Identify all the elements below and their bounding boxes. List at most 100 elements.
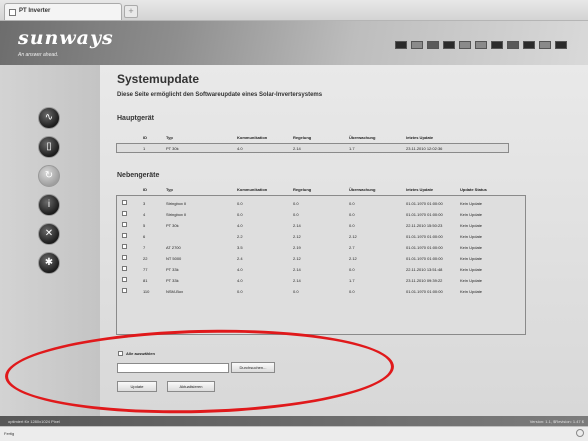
flag-icon[interactable] bbox=[427, 41, 439, 49]
status-text: Fertig bbox=[4, 431, 15, 436]
cell-type: NT 5000 bbox=[166, 256, 182, 261]
cell-reg: 2.14 bbox=[293, 223, 301, 228]
cell-id: 7 bbox=[143, 245, 146, 250]
browser-tab[interactable]: PT Inverter bbox=[4, 3, 122, 20]
browse-button[interactable]: Durchsuchen... bbox=[231, 362, 275, 373]
col-header: Typ bbox=[166, 187, 173, 192]
nav-device[interactable]: ▯ bbox=[38, 136, 60, 158]
nav-dashboard[interactable]: ∿ bbox=[38, 107, 60, 129]
cell-last-update: 01.01.1970 01:00:00 bbox=[406, 289, 443, 294]
header-banner: sunways An answer ahead. bbox=[0, 21, 588, 65]
cell-last-update: 01.01.1970 01:00:00 bbox=[406, 201, 443, 206]
col-header: Regelung bbox=[293, 135, 312, 140]
cell-mon: 0.0 bbox=[349, 267, 355, 272]
cell-comm: 4.0 bbox=[237, 267, 243, 272]
flag-icon[interactable] bbox=[539, 41, 551, 49]
page-title: Systemupdate bbox=[117, 72, 200, 86]
row-checkbox[interactable] bbox=[122, 255, 127, 260]
wave-icon: ∿ bbox=[44, 112, 54, 123]
cell-reg: 2.14 bbox=[293, 267, 301, 272]
table-row: 22 NT 5000 2.4 2.12 2.12 01.01.1970 01:0… bbox=[117, 254, 527, 263]
main-content: Systemupdate Diese Seite ermöglicht den … bbox=[100, 65, 588, 416]
row-checkbox[interactable] bbox=[122, 244, 127, 249]
cell-mon: 0.0 bbox=[349, 223, 355, 228]
row-checkbox[interactable] bbox=[122, 277, 127, 282]
cell-id: 3 bbox=[143, 201, 146, 206]
cell-type: Stringbox II bbox=[166, 212, 187, 217]
tab-title: PT Inverter bbox=[19, 8, 51, 14]
cell-update-status: Kein Update bbox=[460, 201, 483, 206]
main-device-box: 1 PT 30k 4.0 2.14 1.7 23.11.2010 12:02:3… bbox=[116, 143, 509, 153]
cell-id: 81 bbox=[143, 278, 148, 283]
flag-icon[interactable] bbox=[491, 41, 503, 49]
nav-update[interactable]: ↻ bbox=[38, 165, 60, 187]
table-row: 110 NSM-Box 0.0 0.0 0.0 01.01.1970 01:00… bbox=[117, 287, 527, 296]
cell-last-update: 01.01.1970 01:00:00 bbox=[406, 245, 443, 250]
table-row: 7 AT 2700 3.5 2.19 2.7 01.01.1970 01:00:… bbox=[117, 243, 527, 252]
row-checkbox[interactable] bbox=[122, 222, 127, 227]
flag-icon[interactable] bbox=[411, 41, 423, 49]
col-header: ID bbox=[143, 135, 147, 140]
cell-mon: 1.7 bbox=[349, 146, 355, 151]
refresh-button[interactable]: Aktualisieren bbox=[167, 381, 215, 392]
flag-icon[interactable] bbox=[507, 41, 519, 49]
flag-icon[interactable] bbox=[475, 41, 487, 49]
col-header: Update Status bbox=[460, 187, 487, 192]
flag-icon[interactable] bbox=[395, 41, 407, 49]
cell-mon: 0.0 bbox=[349, 289, 355, 294]
file-input[interactable] bbox=[117, 363, 229, 373]
cell-comm: 0.0 bbox=[237, 212, 243, 217]
cell-mon: 0.0 bbox=[349, 212, 355, 217]
cell-id: 4 bbox=[143, 212, 146, 217]
cell-comm: 4.0 bbox=[237, 278, 243, 283]
table-row: 77 PT 33k 4.0 2.14 0.0 22.11.2010 13:51:… bbox=[117, 265, 527, 274]
cell-last-update: 22.11.2010 15:50:23 bbox=[406, 223, 443, 228]
nav-network[interactable]: ✱ bbox=[38, 252, 60, 274]
cell-id: 1 bbox=[143, 146, 146, 151]
table-row: 4 Stringbox II 0.0 0.0 0.0 01.01.1970 01… bbox=[117, 210, 527, 219]
row-checkbox[interactable] bbox=[122, 288, 127, 293]
cell-last-update: 01.01.1970 01:00:00 bbox=[406, 256, 443, 261]
row-checkbox[interactable] bbox=[122, 200, 127, 205]
flag-icon[interactable] bbox=[523, 41, 535, 49]
cell-comm: 2.4 bbox=[237, 256, 243, 261]
select-all[interactable]: Alle auswählen bbox=[118, 351, 155, 357]
cell-reg: 2.12 bbox=[293, 256, 301, 261]
select-all-label: Alle auswählen bbox=[126, 351, 155, 356]
cell-update-status: Kein Update bbox=[460, 267, 483, 272]
update-button[interactable]: Update bbox=[117, 381, 157, 392]
flag-icon[interactable] bbox=[555, 41, 567, 49]
cell-comm: 4.0 bbox=[237, 223, 243, 228]
cell-id: 77 bbox=[143, 267, 148, 272]
col-header: Überwachung bbox=[349, 187, 376, 192]
device-icon: ▯ bbox=[46, 141, 52, 152]
table-row: 3 Stringbox II 0.0 0.0 0.0 01.01.1970 01… bbox=[117, 199, 527, 208]
main-device-title: Hauptgerät bbox=[117, 115, 154, 122]
tools-icon: ✕ bbox=[44, 228, 54, 239]
status-icon bbox=[576, 429, 584, 437]
nav-info[interactable]: i bbox=[38, 194, 60, 216]
row-checkbox[interactable] bbox=[122, 266, 127, 271]
new-tab-button[interactable]: + bbox=[124, 5, 138, 18]
cell-id: 110 bbox=[143, 289, 150, 294]
page-icon bbox=[9, 9, 16, 16]
nav-settings[interactable]: ✕ bbox=[38, 223, 60, 245]
sub-devices-box: 3 Stringbox II 0.0 0.0 0.0 01.01.1970 01… bbox=[116, 195, 526, 335]
sidebar: ∿ ▯ ↻ i ✕ ✱ bbox=[0, 65, 100, 416]
cell-reg: 2.14 bbox=[293, 278, 301, 283]
row-checkbox[interactable] bbox=[122, 211, 127, 216]
network-icon: ✱ bbox=[44, 257, 54, 268]
cell-reg: 2.19 bbox=[293, 245, 301, 250]
col-header: letztes Update bbox=[406, 187, 434, 192]
cell-comm: 0.0 bbox=[237, 289, 243, 294]
cell-mon: 2.12 bbox=[349, 256, 357, 261]
flag-icon[interactable] bbox=[459, 41, 471, 49]
page-subtitle: Diese Seite ermöglicht den Softwareupdat… bbox=[117, 92, 323, 98]
cell-update-status: Kein Update bbox=[460, 212, 483, 217]
cell-reg: 2.14 bbox=[293, 146, 301, 151]
flag-icon[interactable] bbox=[443, 41, 455, 49]
cell-type: PT 33k bbox=[166, 278, 179, 283]
select-all-checkbox[interactable] bbox=[118, 351, 123, 357]
row-checkbox[interactable] bbox=[122, 233, 127, 238]
refresh-icon: ↻ bbox=[44, 170, 54, 181]
